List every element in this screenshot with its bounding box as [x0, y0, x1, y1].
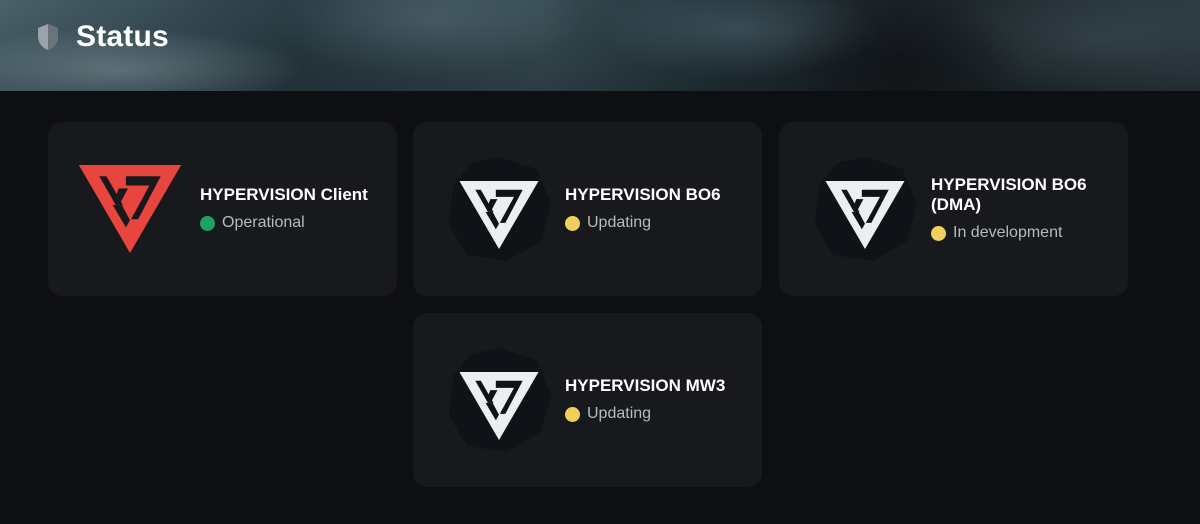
hypervision-white-logo: [825, 181, 905, 249]
status-header: Status: [0, 0, 1200, 91]
status-card-bo6-dma[interactable]: HYPERVISION BO6 (DMA) In development: [779, 122, 1128, 296]
product-logo: [78, 155, 188, 263]
status-card-bo6[interactable]: HYPERVISION BO6 Updating: [413, 122, 762, 296]
hypervision-white-logo: [459, 181, 539, 249]
status-text: Updating: [587, 214, 652, 231]
shield-icon: [38, 24, 58, 50]
status-indicator: Operational: [200, 214, 383, 232]
status-card-client[interactable]: HYPERVISION Client Operational: [48, 122, 397, 296]
status-text: Operational: [222, 214, 305, 231]
status-indicator: Updating: [565, 405, 748, 423]
status-card-mw3[interactable]: HYPERVISION MW3 Updating: [413, 313, 762, 487]
product-name: HYPERVISION BO6 (DMA): [931, 175, 1087, 214]
status-dot-yellow: [931, 225, 946, 241]
status-dot-yellow: [565, 406, 580, 422]
product-name: HYPERVISION Client: [200, 185, 368, 204]
page-title: Status: [76, 20, 169, 53]
product-logo: [445, 155, 553, 263]
product-logo: [811, 155, 919, 263]
status-indicator: Updating: [565, 214, 748, 232]
product-name: HYPERVISION MW3: [565, 376, 726, 395]
hypervision-red-logo: [78, 165, 182, 253]
status-dot-yellow: [565, 215, 580, 231]
status-text: In development: [953, 224, 1063, 241]
product-name: HYPERVISION BO6: [565, 185, 721, 204]
product-logo: [445, 346, 553, 454]
status-dot-green: [200, 215, 215, 231]
status-indicator: In development: [931, 224, 1098, 242]
hypervision-white-logo: [459, 372, 539, 440]
status-text: Updating: [587, 405, 652, 422]
